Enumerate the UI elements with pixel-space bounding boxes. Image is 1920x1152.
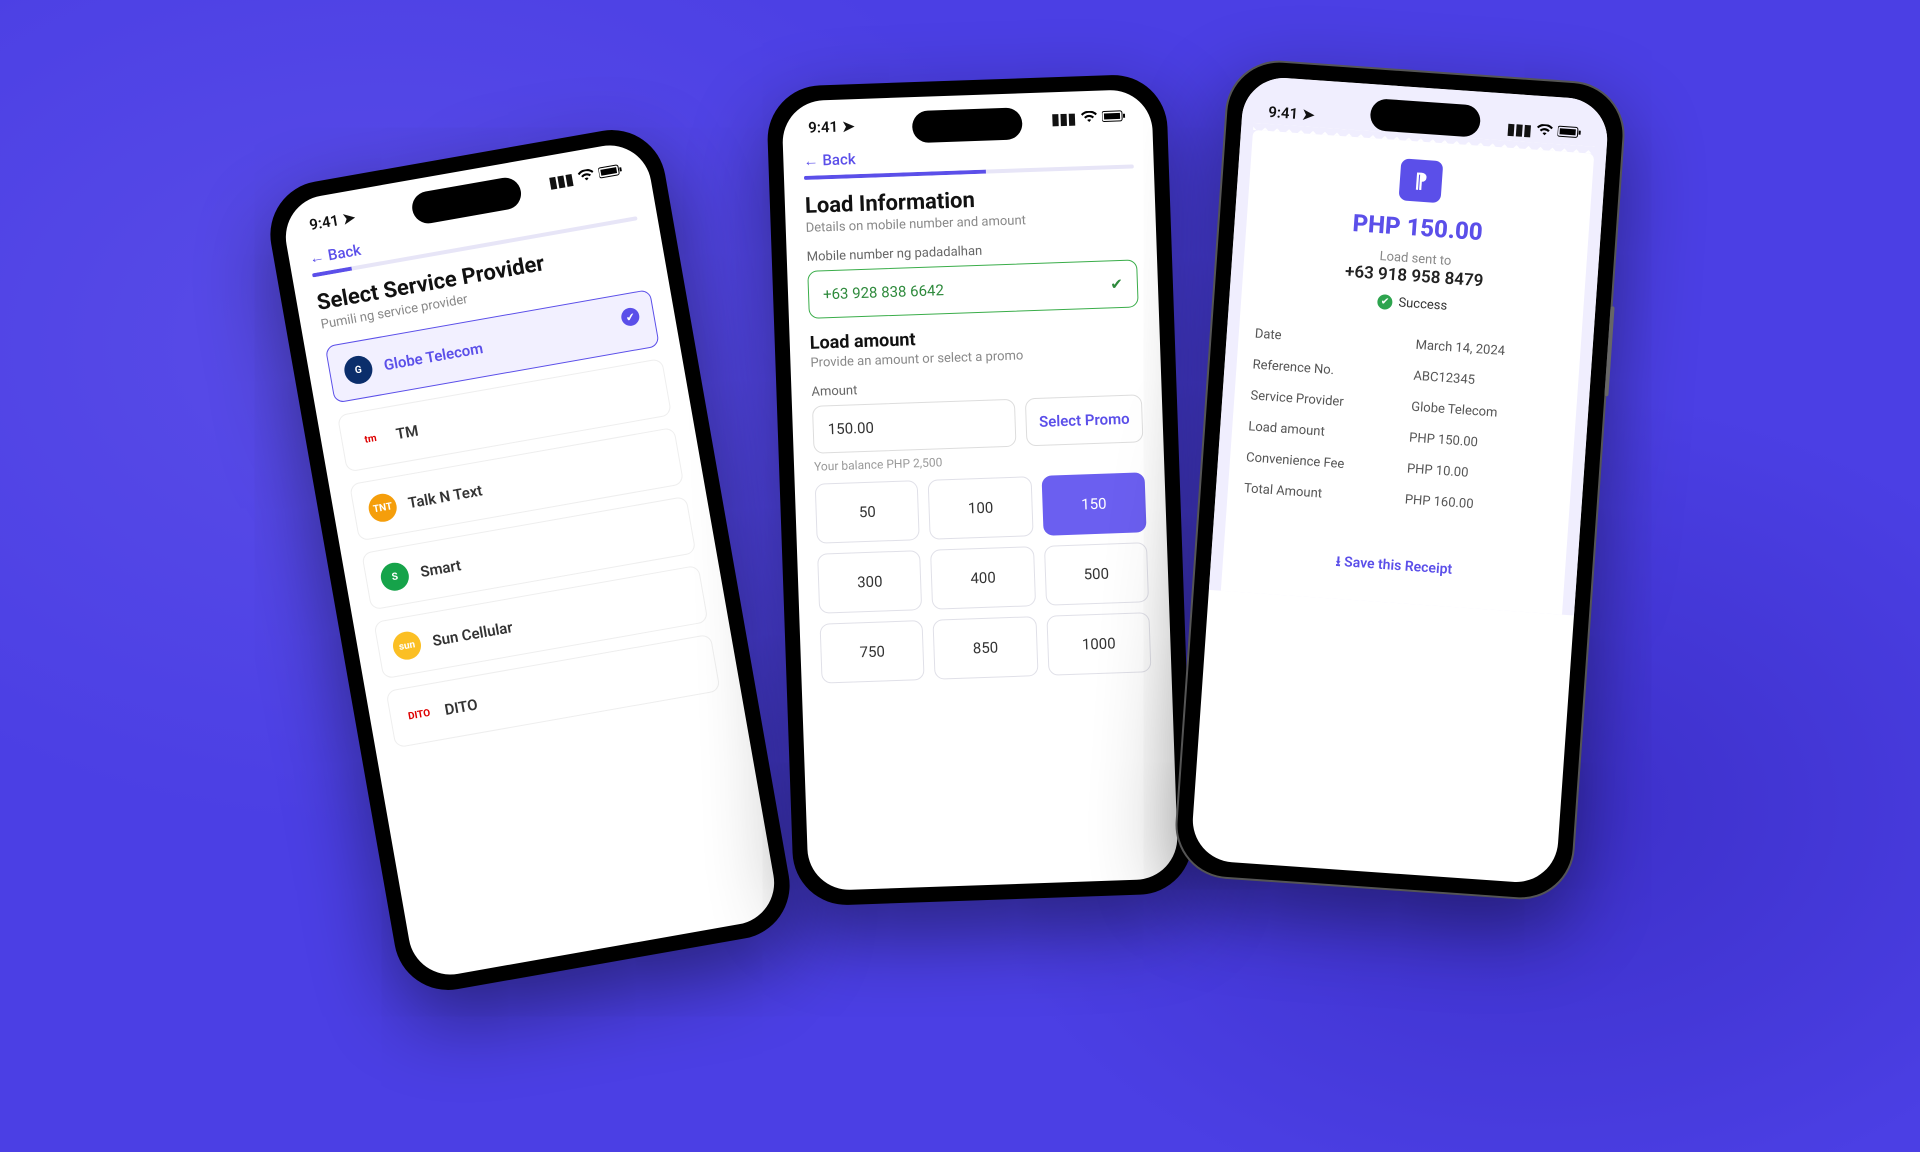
receipt-row-value: March 14, 2024 bbox=[1415, 338, 1564, 363]
back-label: Back bbox=[822, 150, 856, 169]
mobile-number-field[interactable]: +63 928 838 6642 ✔ bbox=[807, 259, 1138, 318]
provider-logo-icon: G bbox=[342, 354, 374, 386]
brand-logo-icon: ⁋ bbox=[1399, 158, 1444, 203]
amount-option[interactable]: 750 bbox=[820, 620, 925, 684]
back-button[interactable]: ← Back bbox=[803, 150, 856, 170]
receipt-row-key: Reference No. bbox=[1252, 357, 1414, 383]
provider-logo-icon: DITO bbox=[403, 698, 435, 730]
receipt-row-value: PHP 160.00 bbox=[1404, 492, 1553, 517]
provider-logo-icon: TNT bbox=[366, 492, 398, 524]
balance-hint: Your balance PHP 2,500 bbox=[814, 448, 1144, 474]
back-button[interactable]: ← Back bbox=[308, 241, 363, 268]
receipt-row-key: Convenience Fee bbox=[1246, 450, 1408, 476]
provider-list: GGlobe Telecom ✔ tm TM TNT Talk N Text S Smart s… bbox=[325, 289, 721, 748]
provider-logo-icon: sun bbox=[391, 629, 423, 661]
receipt-row-value: ABC12345 bbox=[1413, 369, 1562, 394]
wifi-icon bbox=[1536, 122, 1553, 141]
status-text: Success bbox=[1398, 295, 1448, 313]
provider-name: TM bbox=[395, 422, 420, 444]
receipt-row-key: Service Provider bbox=[1250, 388, 1412, 414]
amount-grid: 50100150 300400500 7508501000 bbox=[815, 472, 1152, 683]
receipt-row-value: PHP 150.00 bbox=[1409, 431, 1558, 456]
download-icon: ⭳ bbox=[1335, 554, 1341, 570]
location-icon: ➤ bbox=[341, 208, 357, 228]
phone-select-provider: 9:41 ➤ ▮▮▮ ← Back bbox=[262, 121, 798, 998]
phone-receipt: 9:41 ➤ ▮▮▮ ⁋ PHP 150.00 bbox=[1172, 57, 1628, 903]
receipt-details: DateMarch 14, 2024Reference No.ABC12345S… bbox=[1243, 319, 1565, 526]
provider-logo-icon: S bbox=[379, 561, 411, 593]
signal-icon: ▮▮▮ bbox=[547, 170, 575, 192]
receipt-row-key: Total Amount bbox=[1243, 481, 1405, 507]
signal-icon: ▮▮▮ bbox=[1051, 109, 1076, 128]
arrow-left-icon: ← bbox=[803, 151, 819, 170]
provider-logo-icon: tm bbox=[354, 423, 386, 455]
arrow-left-icon: ← bbox=[308, 247, 326, 267]
provider-name: Sun Cellular bbox=[431, 618, 514, 650]
provider-name: Globe Telecom bbox=[382, 339, 484, 374]
selected-check-icon: ✔ bbox=[620, 306, 641, 327]
status-time: 9:41 bbox=[308, 211, 340, 234]
amount-option[interactable]: 150 bbox=[1041, 472, 1146, 536]
receipt-row-key: Load amount bbox=[1248, 419, 1410, 445]
save-receipt-label: Save this Receipt bbox=[1344, 554, 1453, 578]
save-receipt-button[interactable]: ⭳ Save this Receipt bbox=[1238, 544, 1549, 590]
back-label: Back bbox=[326, 241, 362, 264]
receipt-row-key: Date bbox=[1254, 327, 1416, 353]
select-promo-button[interactable]: Select Promo bbox=[1025, 394, 1143, 446]
signal-icon: ▮▮▮ bbox=[1506, 120, 1532, 140]
mobile-number-value: +63 928 838 6642 bbox=[823, 281, 944, 303]
success-check-icon: ✔ bbox=[1377, 294, 1393, 310]
location-icon: ➤ bbox=[842, 117, 855, 135]
amount-option[interactable]: 100 bbox=[928, 476, 1033, 540]
status-time: 9:41 bbox=[1268, 103, 1299, 123]
provider-name: Talk N Text bbox=[407, 481, 484, 512]
notch bbox=[912, 107, 1023, 143]
provider-name: DITO bbox=[443, 695, 479, 718]
provider-name: Smart bbox=[419, 556, 463, 581]
status-time: 9:41 bbox=[808, 118, 838, 137]
check-icon: ✔ bbox=[1110, 275, 1123, 293]
amount-option[interactable]: 850 bbox=[933, 616, 1038, 680]
wifi-icon bbox=[577, 166, 596, 187]
wifi-icon bbox=[1081, 109, 1098, 128]
amount-option[interactable]: 400 bbox=[930, 546, 1035, 610]
battery-icon bbox=[1557, 123, 1582, 143]
amount-input[interactable]: 150.00 bbox=[812, 399, 1017, 454]
phone-load-information: 9:41 ➤ ▮▮▮ ← Back bbox=[766, 73, 1194, 906]
battery-icon bbox=[1102, 108, 1127, 127]
receipt-row-value: PHP 10.00 bbox=[1406, 461, 1555, 486]
amount-option[interactable]: 300 bbox=[817, 550, 922, 614]
battery-icon bbox=[597, 161, 624, 183]
amount-option[interactable]: 1000 bbox=[1046, 612, 1151, 676]
receipt-row-value: Globe Telecom bbox=[1411, 400, 1560, 425]
amount-option[interactable]: 500 bbox=[1044, 542, 1149, 606]
location-icon: ➤ bbox=[1301, 105, 1315, 124]
amount-option[interactable]: 50 bbox=[815, 480, 920, 544]
